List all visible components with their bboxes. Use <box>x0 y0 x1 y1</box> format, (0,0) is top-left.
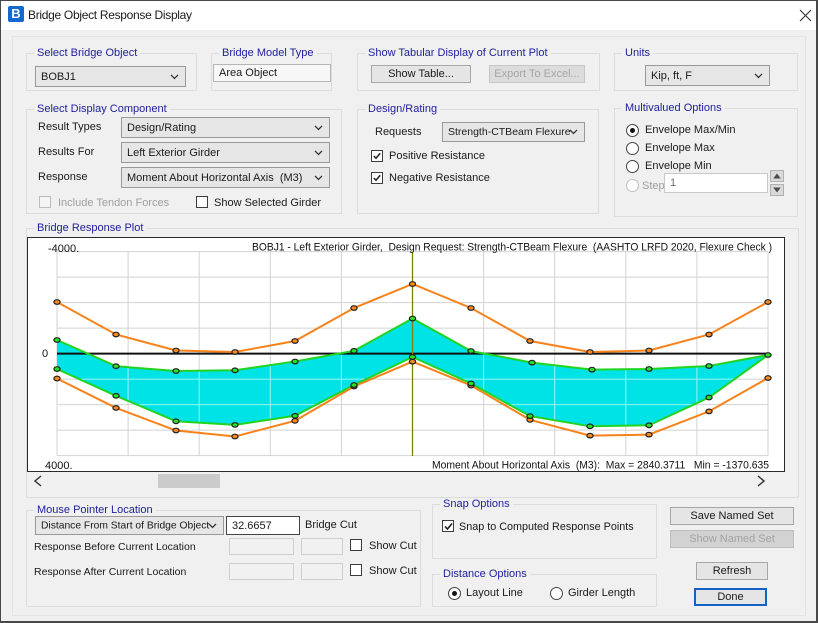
svg-text:0: 0 <box>42 348 48 360</box>
svg-text:Moment About Horizontal Axis: Moment About Horizontal Axis (M3): Max =… <box>432 460 769 472</box>
svg-text:4000.: 4000. <box>45 460 73 471</box>
svg-text:BOBJ1 - Left Exterior Girder,: BOBJ1 - Left Exterior Girder, Design Req… <box>252 242 772 254</box>
svg-text:-4000.: -4000. <box>48 243 79 255</box>
